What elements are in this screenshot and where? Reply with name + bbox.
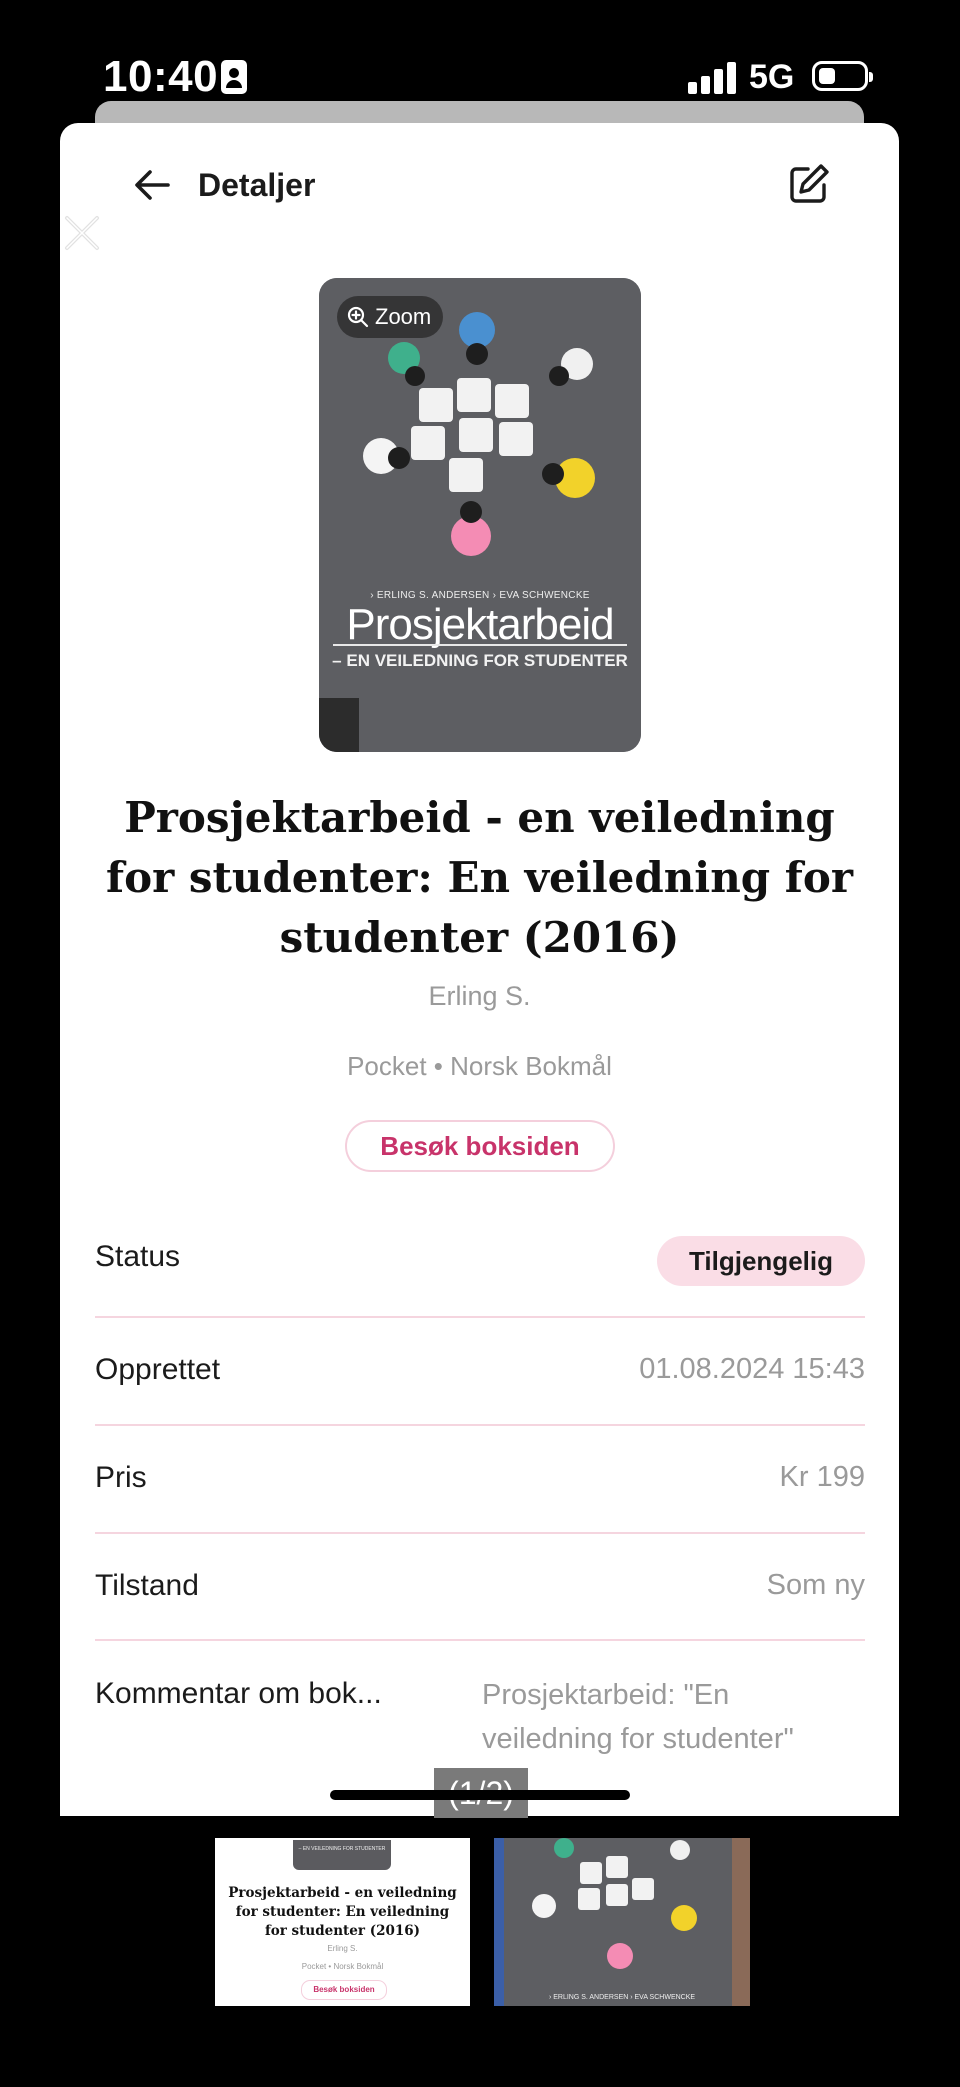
cover-subtitle: – EN VEILEDNING FOR STUDENTER [332,651,628,670]
status-label: Status [95,1240,181,1273]
divider [95,1532,865,1534]
signal-icon [688,62,736,94]
contact-card-icon [221,60,247,94]
condition-label: Tilstand [95,1569,199,1602]
thumbnail-2[interactable]: › ERLING S. ANDERSEN › EVA SCHWENCKE [494,1838,750,2006]
thumbnail-cover-text: – EN VEILEDNING FOR STUDENTER [298,1846,386,1852]
status-time: 10:40 [103,52,219,101]
book-format-language: Pocket • Norsk Bokmål [347,1051,612,1081]
details-sheet: Detaljer Zoom › ERLING S. ANDERSEN › EVA… [60,123,899,1816]
cover-title: Prosjektarbeid [346,600,614,649]
condition-value: Som ny [766,1569,865,1601]
close-icon[interactable] [62,213,102,253]
visit-book-page-button[interactable]: Besøk boksiden [345,1120,615,1172]
back-arrow-icon[interactable] [130,163,174,207]
zoom-in-icon [347,306,369,328]
thumbnail-title: Prosjektarbeid - en veiledning for stude… [228,1885,457,1939]
page-title: Detaljer [198,167,316,203]
thumbnail-1[interactable]: – EN VEILEDNING FOR STUDENTER Prosjektar… [215,1838,470,2006]
divider [95,1639,865,1641]
thumbnail-author: Erling S. [327,1944,358,1953]
thumbnail-cover: – EN VEILEDNING FOR STUDENTER [293,1840,391,1870]
status-badge: Tilgjengelig [657,1236,865,1286]
comment-label: Kommentar om bok... [95,1677,382,1710]
edit-icon[interactable] [786,161,832,207]
comment-value: Prosjektarbeid: "En veiledning for stude… [482,1679,794,1755]
zoom-label: Zoom [375,304,432,329]
home-indicator[interactable] [330,1790,630,1800]
book-author: Erling S. [428,981,531,1011]
divider [95,1424,865,1426]
cover-divider [333,644,627,646]
battery-icon [812,61,873,91]
divider [95,1316,865,1318]
book-title: Prosjektarbeid - en veiledning for stude… [106,793,853,962]
zoom-button[interactable]: Zoom [337,296,443,338]
price-label: Pris [95,1461,147,1494]
network-label: 5G [749,58,795,96]
cover-photo [319,278,641,752]
created-label: Opprettet [95,1353,221,1386]
thumbnail-button: Besøk boksiden [301,1980,387,2000]
created-value: 01.08.2024 15:43 [639,1353,865,1385]
thumbnail-photo [494,1838,750,2006]
price-value: Kr 199 [779,1461,865,1493]
thumbnail-meta: Pocket • Norsk Bokmål [301,1962,384,1971]
thumbnail-cover-authors: › ERLING S. ANDERSEN › EVA SCHWENCKE [548,1994,696,2001]
book-cover-image[interactable]: Zoom › ERLING S. ANDERSEN › EVA SCHWENCK… [319,278,641,752]
